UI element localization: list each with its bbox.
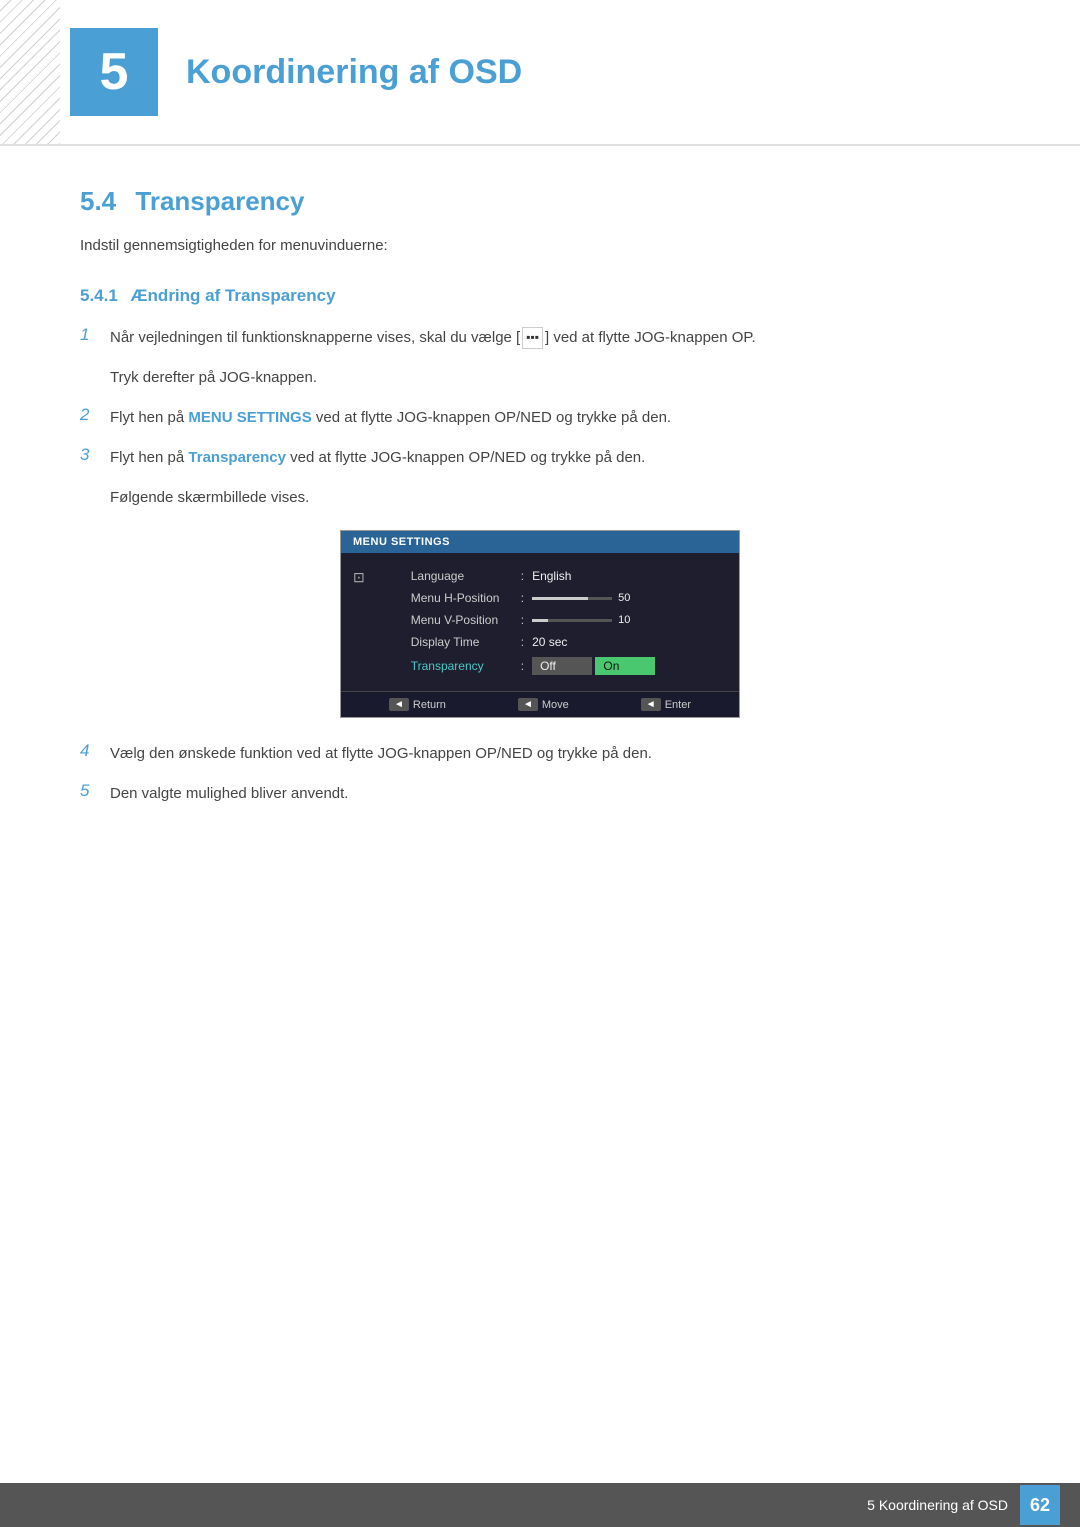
- osd-btn-move: ◄: [518, 698, 538, 711]
- osd-label-transparency: Transparency: [411, 659, 521, 673]
- osd-slider-v: 10: [532, 614, 630, 626]
- main-content: 5.4 Transparency Indstil gennemsigtighed…: [0, 186, 1080, 806]
- step-2-content: Flyt hen på MENU SETTINGS ved at flytte …: [110, 406, 1000, 430]
- subsection-number: 5.4.1: [80, 286, 118, 305]
- chapter-number: 5: [70, 28, 158, 116]
- step-3: 3 Flyt hen på Transparency ved at flytte…: [80, 446, 1000, 470]
- osd-screenshot: MENU SETTINGS ⊡ Language : English Menu …: [340, 530, 740, 718]
- step-5-content: Den valgte mulighed bliver anvendt.: [110, 782, 1000, 806]
- step-3-continuation: Følgende skærmbillede vises.: [110, 486, 1000, 510]
- osd-value-displaytime: 20 sec: [532, 635, 567, 649]
- osd-slider-h-fill: [532, 597, 588, 600]
- osd-btn-return: ◄: [389, 698, 409, 711]
- step-5-number: 5: [80, 781, 110, 801]
- osd-slider-v-num: 10: [618, 614, 630, 626]
- osd-rows: Language : English Menu H-Position : 50: [371, 565, 727, 679]
- step-1-content: Når vejledningen til funktionsknapperne …: [110, 326, 1000, 350]
- step-2-bold: MENU SETTINGS: [188, 409, 311, 426]
- steps-list-2: 4 Vælg den ønskede funktion ved at flytt…: [80, 742, 1000, 806]
- osd-footer: ◄ Return ◄ Move ◄ Enter: [341, 691, 739, 717]
- osd-label-hposition: Menu H-Position: [411, 591, 521, 605]
- osd-icon-row: ⊡ Language : English Menu H-Position :: [341, 561, 739, 683]
- osd-row-transparency: Transparency : Off On: [371, 653, 727, 679]
- steps-list: 1 Når vejledningen til funktionsknappern…: [80, 326, 1000, 510]
- section-number: 5.4: [80, 186, 116, 216]
- osd-slider-h-num: 50: [618, 592, 630, 604]
- osd-option-on: On: [595, 657, 655, 675]
- osd-slider-v-fill: [532, 619, 548, 622]
- footer-page-number: 62: [1020, 1485, 1060, 1525]
- osd-slider-h: 50: [532, 592, 630, 604]
- osd-row-hposition: Menu H-Position : 50: [371, 587, 727, 609]
- osd-footer-enter-label: Enter: [665, 699, 691, 711]
- osd-label-displaytime: Display Time: [411, 635, 521, 649]
- step-1-continuation: Tryk derefter på JOG-knappen.: [110, 366, 1000, 390]
- osd-slider-v-track: [532, 619, 612, 622]
- jog-icon: ▪▪▪: [522, 327, 543, 348]
- step-3-bold: Transparency: [188, 449, 286, 466]
- page-footer: 5 Koordinering af OSD 62: [0, 1483, 1080, 1527]
- step-1-number: 1: [80, 325, 110, 345]
- osd-footer-return: ◄ Return: [389, 698, 446, 711]
- osd-value-language: English: [532, 569, 571, 583]
- osd-transparency-options: Off On: [532, 657, 655, 675]
- osd-menu-icon: ⊡: [353, 569, 365, 586]
- osd-row-displaytime: Display Time : 20 sec: [371, 631, 727, 653]
- subsection-title-text: Ændring af Transparency: [131, 286, 336, 305]
- osd-footer-move: ◄ Move: [518, 698, 569, 711]
- osd-footer-move-label: Move: [542, 699, 569, 711]
- step-1: 1 Når vejledningen til funktionsknappern…: [80, 326, 1000, 350]
- osd-footer-enter: ◄ Enter: [641, 698, 691, 711]
- subsection-title: 5.4.1 Ændring af Transparency: [80, 286, 1000, 306]
- step-4-content: Vælg den ønskede funktion ved at flytte …: [110, 742, 1000, 766]
- osd-btn-enter: ◄: [641, 698, 661, 711]
- step-2: 2 Flyt hen på MENU SETTINGS ved at flytt…: [80, 406, 1000, 430]
- osd-row-vposition: Menu V-Position : 10: [371, 609, 727, 631]
- step-5: 5 Den valgte mulighed bliver anvendt.: [80, 782, 1000, 806]
- osd-footer-return-label: Return: [413, 699, 446, 711]
- osd-label-vposition: Menu V-Position: [411, 613, 521, 627]
- step-4-number: 4: [80, 741, 110, 761]
- step-4: 4 Vælg den ønskede funktion ved at flytt…: [80, 742, 1000, 766]
- osd-option-off: Off: [532, 657, 592, 675]
- chapter-header: 5 Koordinering af OSD: [0, 0, 1080, 146]
- intro-text: Indstil gennemsigtigheden for menuvindue…: [80, 237, 1000, 254]
- step-3-number: 3: [80, 445, 110, 465]
- step-2-number: 2: [80, 405, 110, 425]
- osd-label-language: Language: [411, 569, 521, 583]
- osd-header: MENU SETTINGS: [341, 531, 739, 553]
- section-title-text: Transparency: [135, 186, 304, 216]
- section-title: 5.4 Transparency: [80, 186, 1000, 217]
- step-3-content: Flyt hen på Transparency ved at flytte J…: [110, 446, 1000, 470]
- osd-slider-h-track: [532, 597, 612, 600]
- footer-text: 5 Koordinering af OSD: [867, 1497, 1008, 1513]
- osd-row-language: Language : English: [371, 565, 727, 587]
- chapter-title: Koordinering af OSD: [186, 53, 522, 92]
- osd-body: ⊡ Language : English Menu H-Position :: [341, 553, 739, 691]
